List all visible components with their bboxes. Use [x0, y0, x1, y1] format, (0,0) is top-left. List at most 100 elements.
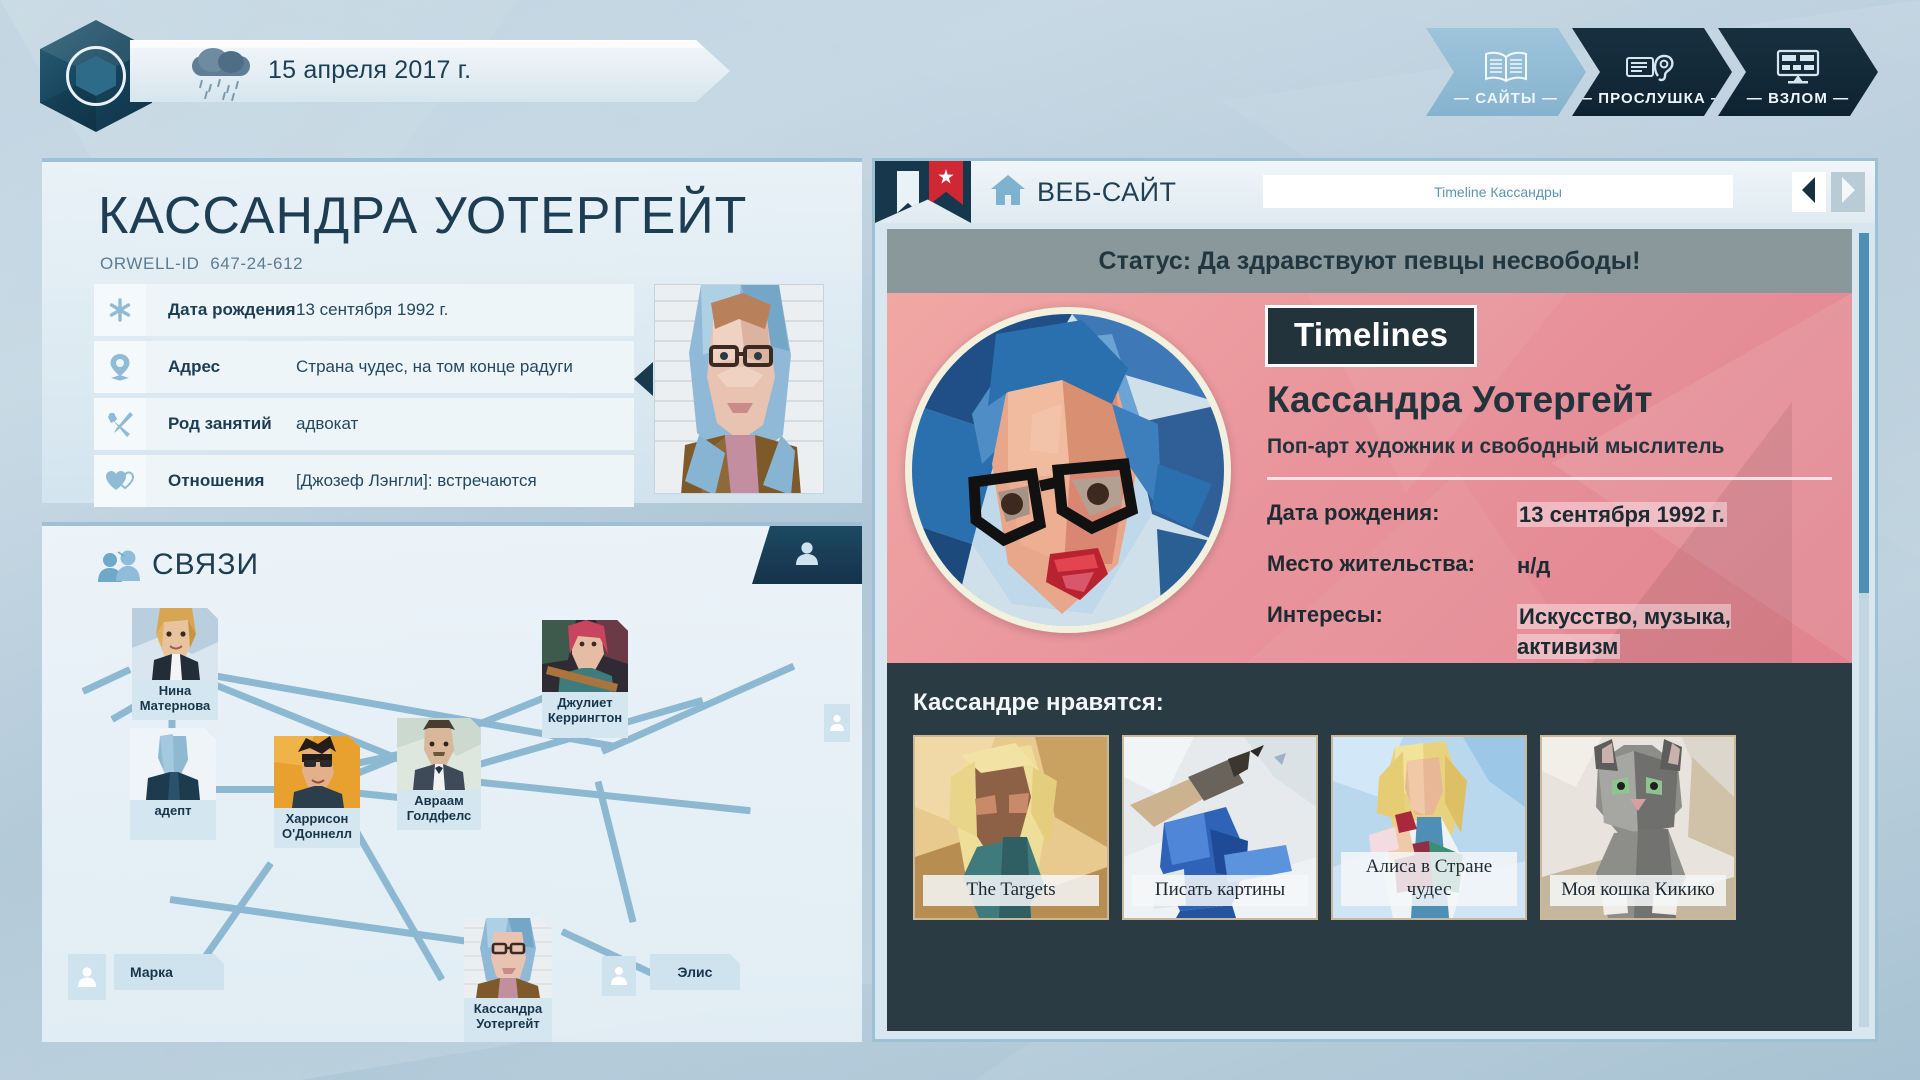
person-icon — [793, 539, 821, 572]
table-row: Дата рождения 13 сентября 1992 г. — [94, 284, 634, 336]
profile-panel: КАССАНДРА УОТЕРГЕЙТ ORWELL-ID 647-24-612… — [42, 158, 862, 507]
list-item[interactable]: Элис — [650, 954, 740, 990]
connections-graph[interactable]: Нина Матернова адепт Харрисон О'Доннелл … — [42, 588, 862, 1042]
profile-hero-card: Timelines Кассандра Уотергейт Поп-арт ху… — [887, 293, 1852, 663]
table-row: Место жительства: н/д — [1267, 551, 1852, 582]
avatar — [464, 918, 552, 998]
current-date: 15 апреля 2017 г. — [268, 56, 472, 84]
field-value: 13 сентября 1992 г. — [296, 300, 449, 320]
status-badge: Timelines — [1265, 305, 1478, 367]
field-value: Страна чудес, на том конце радуги — [296, 357, 573, 377]
like-caption: Моя кошка Кикико — [1550, 875, 1726, 906]
orwell-id-value: 647-24-612 — [210, 254, 304, 273]
status-text: Статус: Да здравствуют певцы несвободы! — [1098, 246, 1641, 275]
graph-edge — [81, 666, 132, 695]
table-row: Интересы: Искусство, музыка, активизм — [1267, 602, 1852, 663]
nav-tabs: — САЙТЫ — — ПРОСЛУШКА — — ВЗЛОМ — — [1440, 28, 1878, 116]
person-icon[interactable] — [68, 954, 106, 1000]
avatar — [274, 736, 360, 808]
person-icon[interactable] — [602, 956, 636, 996]
site-profile-name: Кассандра Уотергейт — [1267, 379, 1653, 420]
tab-hack[interactable]: — ВЗЛОМ — — [1718, 28, 1878, 116]
connections-filter-tab[interactable] — [752, 526, 862, 584]
url-bar[interactable]: Timeline Кассандры — [1263, 175, 1733, 208]
tab-hack-label: — ВЗЛОМ — — [1746, 90, 1850, 107]
tab-sites-label: — САЙТЫ — — [1453, 90, 1559, 107]
nav-arrows — [1792, 172, 1865, 212]
browser-panel: ВЕБ-САЙТ Timeline Кассандры Статус: Да з… — [872, 158, 1878, 1042]
field-label: Дата рождения — [168, 300, 296, 320]
table-row: Род занятий адвокат — [94, 398, 634, 450]
avatar — [397, 718, 481, 790]
url-text: Timeline Кассандры — [1434, 183, 1562, 200]
node-label: Харрисон О'Доннелл — [281, 811, 352, 841]
website-content: Статус: Да здравствуют певцы несвободы! — [887, 229, 1852, 1031]
list-item[interactable]: Авраам Голдфелс — [397, 718, 481, 830]
top-bar: 15 апреля 2017 г. — САЙТЫ — — ПРОСЛУШКА … — [0, 0, 1920, 132]
tab-sites[interactable]: — САЙТЫ — — [1426, 28, 1586, 116]
field-label: Место жительства: — [1267, 550, 1475, 576]
like-caption: Алиса в Стране чудес — [1341, 852, 1517, 906]
person-icon[interactable] — [824, 704, 850, 742]
open-book-icon — [1483, 47, 1529, 87]
avatar — [132, 608, 218, 680]
connections-title: СВЯЗИ — [152, 548, 260, 581]
browser-header: ВЕБ-САЙТ Timeline Кассандры — [875, 161, 1875, 223]
back-arrow-icon — [1801, 176, 1817, 208]
field-label: Дата рождения: — [1267, 500, 1440, 525]
rain-cloud-icon — [190, 48, 252, 102]
field-label: Род занятий — [168, 414, 272, 434]
like-caption: Писать картины — [1132, 875, 1308, 906]
forward-button[interactable] — [1831, 172, 1865, 212]
graph-edge — [471, 778, 751, 815]
site-profile-role: Поп-арт художник и свободный мыслитель — [1267, 435, 1725, 458]
ear-listening-icon — [1625, 47, 1679, 87]
tab-wiretap-label: — ПРОСЛУШКА — — [1576, 90, 1728, 107]
tab-wiretap[interactable]: — ПРОСЛУШКА — — [1572, 28, 1732, 116]
bookmark-ribbon-icon[interactable] — [875, 161, 971, 223]
asterisk-icon — [94, 284, 146, 336]
home-icon[interactable] — [989, 173, 1027, 212]
hero-info: Timelines Кассандра Уотергейт Поп-арт ху… — [1247, 293, 1852, 663]
scrollbar[interactable] — [1859, 233, 1869, 1027]
orwell-id-label: ORWELL-ID — [100, 254, 200, 273]
list-item[interactable]: Писать картины — [1122, 735, 1318, 920]
list-item[interactable]: Марка — [114, 954, 224, 990]
browser-title: ВЕБ-САЙТ — [1037, 176, 1177, 207]
likes-grid: The Targets Писать картины Алиса в Стран… — [913, 735, 1852, 920]
hearts-icon — [94, 455, 146, 507]
node-label: Джулиет Керрингтон — [547, 695, 623, 725]
likes-title: Кассандре нравятся: — [913, 689, 1164, 716]
list-item[interactable]: Моя кошка Кикико — [1540, 735, 1736, 920]
list-item[interactable]: Алиса в Стране чудес — [1331, 735, 1527, 920]
status-bar: Статус: Да здравствуют певцы несвободы! — [887, 229, 1852, 293]
node-label: Кассандра Уотергейт — [473, 1001, 543, 1031]
list-item[interactable]: The Targets — [913, 735, 1109, 920]
orwell-id: ORWELL-ID 647-24-612 — [100, 254, 303, 274]
table-row: Дата рождения: 13 сентября 1992 г. — [1267, 500, 1852, 531]
red-star-flag-icon — [929, 161, 963, 205]
back-button[interactable] — [1792, 172, 1826, 212]
forward-arrow-icon — [1840, 176, 1856, 208]
field-value: адвокат — [296, 414, 359, 434]
table-row: Отношения [Джозеф Лэнгли]: встречаются — [94, 455, 634, 507]
list-item[interactable]: адепт — [130, 728, 216, 840]
node-label: адепт — [154, 803, 192, 818]
field-label: Интересы: — [1267, 601, 1383, 627]
list-item[interactable]: Нина Матернова — [132, 608, 218, 720]
monitor-hack-icon — [1775, 47, 1821, 87]
field-label: Отношения — [168, 471, 265, 491]
node-label: Марка — [130, 964, 173, 980]
expand-arrow-icon[interactable] — [634, 362, 653, 396]
list-item[interactable]: Джулиет Керрингтон — [542, 620, 628, 738]
node-label: Авраам Голдфелс — [406, 793, 472, 823]
field-value: [Джозеф Лэнгли]: встречаются — [296, 471, 537, 491]
like-caption: The Targets — [923, 875, 1099, 906]
avatar — [130, 728, 216, 800]
tools-icon — [94, 398, 146, 450]
list-item[interactable]: Кассандра Уотергейт — [464, 918, 552, 1042]
scrollbar-thumb[interactable] — [1859, 233, 1869, 593]
avatar — [905, 307, 1231, 633]
list-item[interactable]: Харрисон О'Доннелл — [274, 736, 360, 848]
connections-panel: СВЯЗИ Нина Матернова адепт Харрисон О'До… — [42, 522, 862, 1042]
